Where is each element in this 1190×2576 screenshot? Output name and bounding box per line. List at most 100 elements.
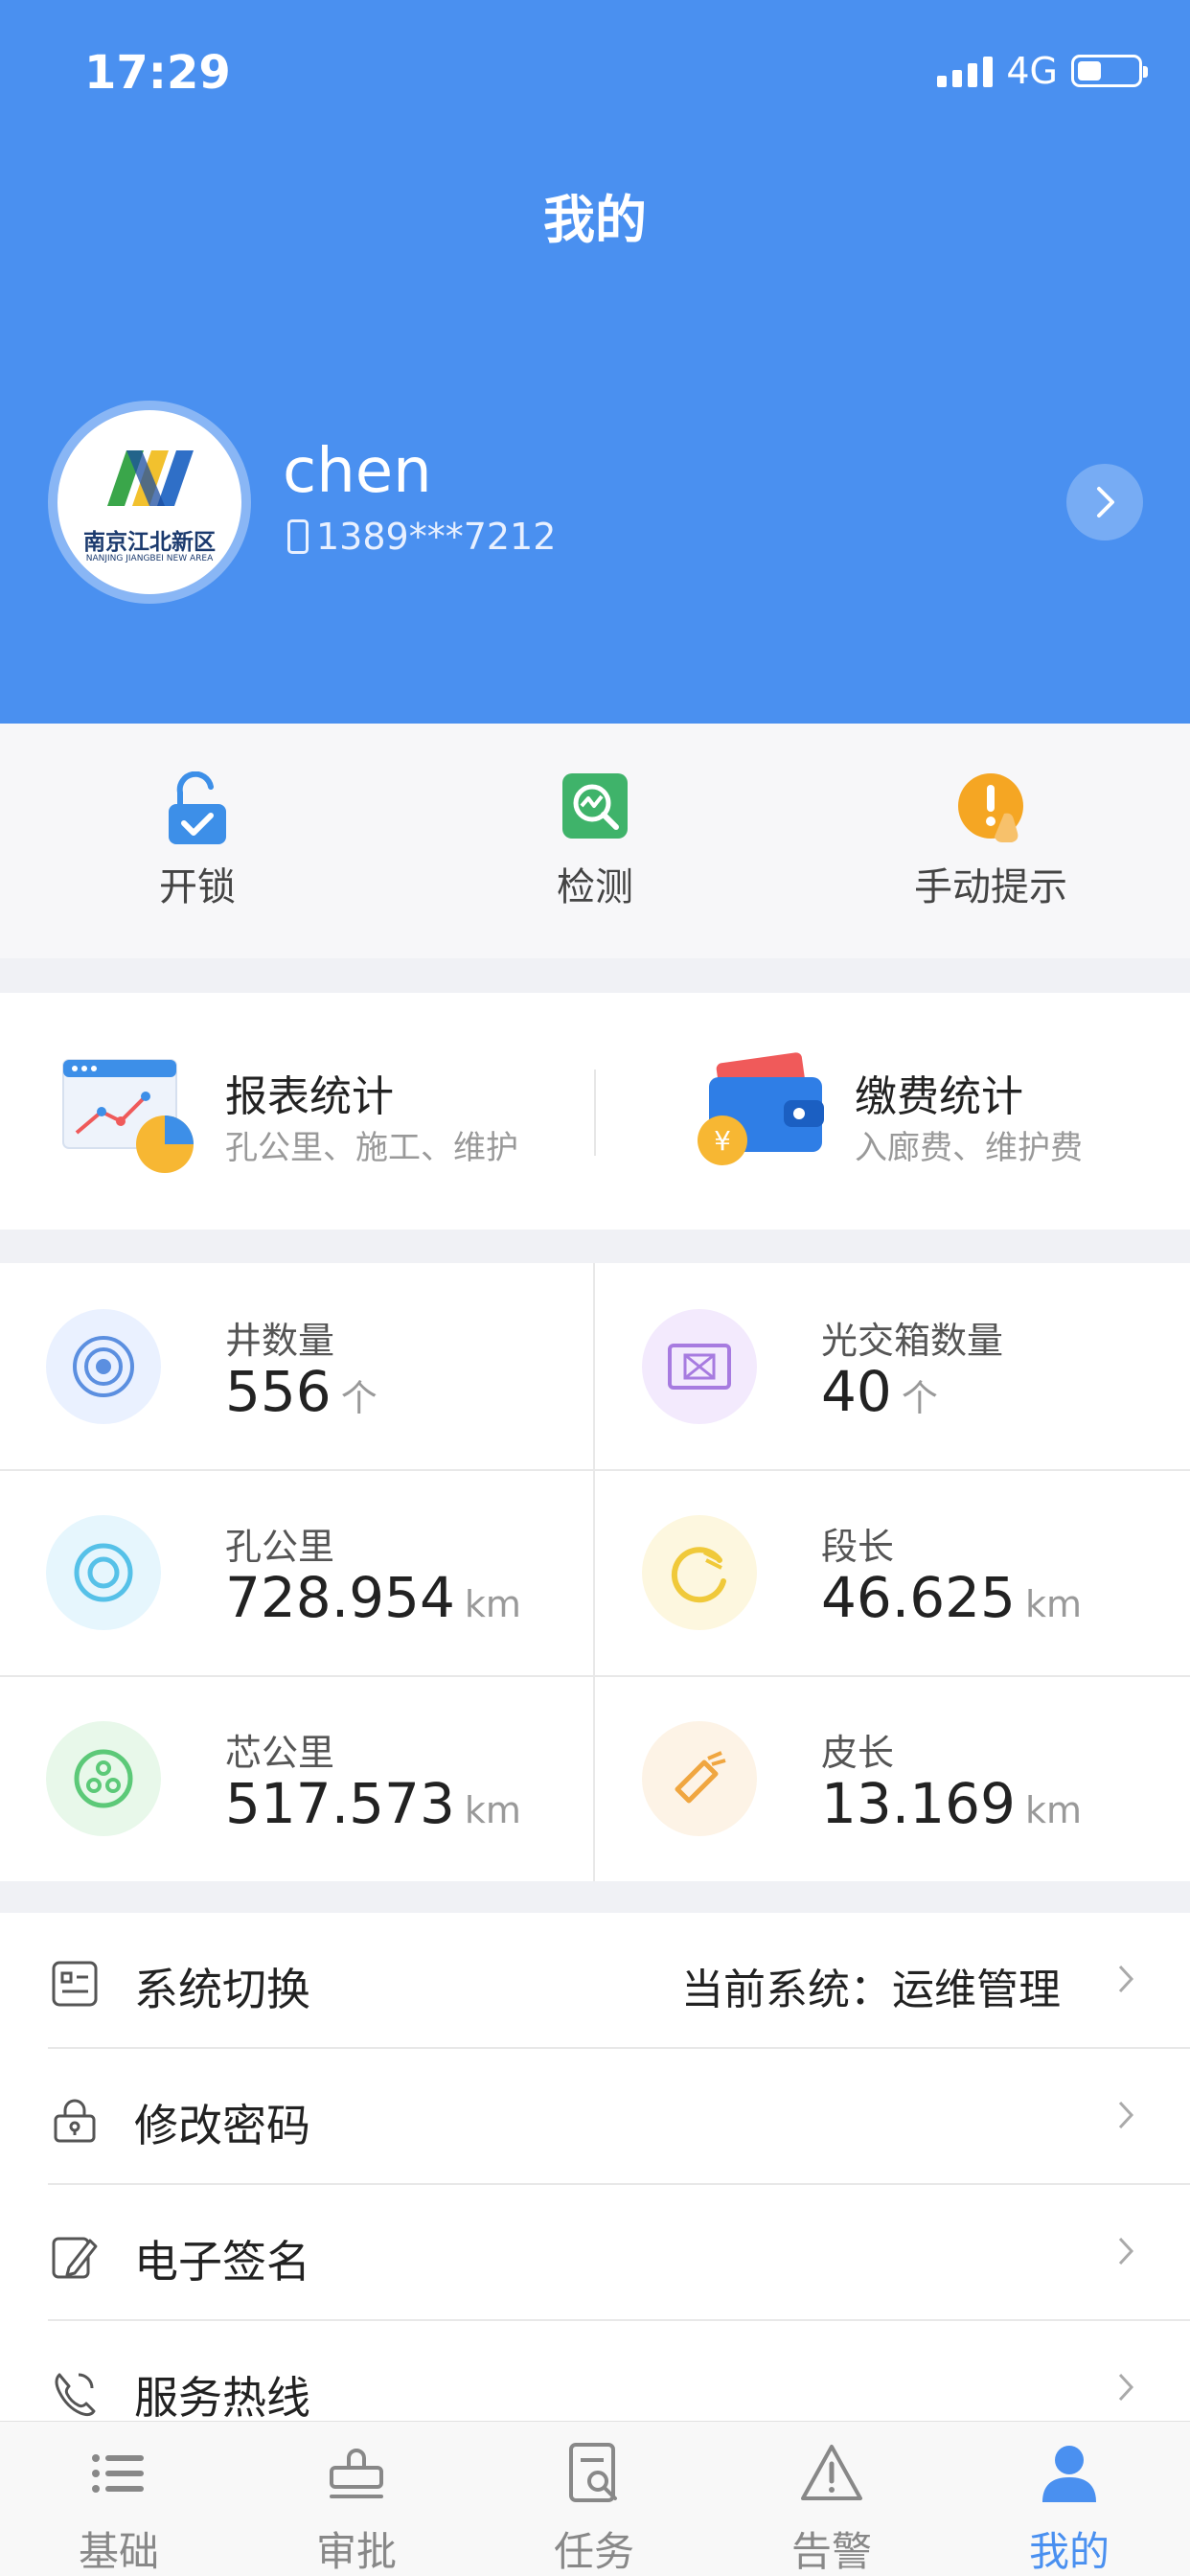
signal-icon: [937, 55, 994, 87]
quick-actions: 开锁 检测 手动提示: [0, 724, 1190, 958]
status-indicators: 4G: [937, 50, 1148, 92]
chevron-right-icon: [1118, 2237, 1134, 2266]
metric-label: 孔公里: [225, 1526, 335, 1568]
tab-alarm[interactable]: 告警: [713, 2439, 950, 2576]
metric-label: 光交箱数量: [821, 1320, 1004, 1362]
metric-value-row: 728.954 km: [225, 1565, 521, 1630]
metric-value: 556: [225, 1359, 332, 1424]
sheath-icon: [675, 1751, 726, 1804]
svg-text:¥: ¥: [714, 1125, 731, 1157]
menu-label: 电子签名: [134, 2236, 310, 2288]
metric-value: 517.573: [225, 1771, 455, 1836]
metric-unit: km: [1024, 1789, 1082, 1831]
metric-value: 46.625: [821, 1565, 1016, 1630]
chevron-right-icon: [1097, 487, 1114, 518]
chevron-right-icon: [1118, 1965, 1134, 1993]
quick-action-manual-alert[interactable]: 手动提示: [847, 771, 1134, 911]
metric-value: 40: [821, 1359, 892, 1424]
tab-label: 我的: [1028, 2528, 1110, 2575]
metric-label: 井数量: [225, 1320, 335, 1362]
list-icon: [92, 2454, 144, 2493]
metrics-grid: 井数量 556 个 光交箱数量 40 个 孔公里 728.954 km 段长 4…: [0, 1263, 1190, 1881]
metric-unit: km: [464, 1789, 521, 1831]
metric-value-row: 40 个: [821, 1359, 938, 1424]
tab-bar: 基础 审批 任务 告警 我的: [0, 2421, 1190, 2576]
tab-label: 基础: [78, 2528, 159, 2575]
unlock-icon: [169, 770, 226, 844]
stamp-icon: [330, 2449, 383, 2498]
report-chart-icon: [62, 1059, 194, 1173]
page-title: 我的: [543, 190, 647, 250]
quick-action-label: 开锁: [159, 865, 236, 909]
stat-cards: 报表统计 孔公里、施工、维护 ¥ 缴费统计 入廊费、维护费: [0, 993, 1190, 1230]
tab-mine[interactable]: 我的: [950, 2439, 1188, 2576]
menu-item-e-signature[interactable]: 电子签名: [0, 2185, 1190, 2321]
metric-label: 段长: [821, 1526, 895, 1568]
current-system-value: 当前系统：运维管理: [681, 1966, 1061, 2014]
metric-fiber-box-count[interactable]: 光交箱数量 40 个: [596, 1263, 1190, 1469]
tab-task[interactable]: 任务: [475, 2439, 713, 2576]
menu-label: 系统切换: [134, 1964, 310, 2015]
battery-icon: [1071, 55, 1148, 87]
tab-label: 告警: [790, 2528, 872, 2575]
hole-km-icon: [74, 1543, 133, 1602]
signature-icon: [52, 2237, 98, 2279]
menu-label: 修改密码: [134, 2100, 310, 2151]
phone-text: 1389***7212: [316, 516, 557, 558]
report-stats-card[interactable]: 报表统计 孔公里、施工、维护: [0, 993, 594, 1230]
menu-label: 服务热线: [134, 2372, 310, 2421]
username: chen: [283, 436, 432, 507]
metric-sheath-length[interactable]: 皮长 13.169 km: [596, 1675, 1190, 1881]
chevron-right-icon: [1118, 2373, 1134, 2402]
metric-value-row: 517.573 km: [225, 1771, 521, 1836]
segment-icon: [671, 1547, 726, 1603]
network-type: 4G: [1006, 50, 1058, 92]
logo-subtext: NANJING JIANGBEI NEW AREA: [85, 554, 214, 564]
card-title: 缴费统计: [855, 1072, 1023, 1121]
metric-segment-length[interactable]: 段长 46.625 km: [596, 1469, 1190, 1675]
detect-icon: [562, 773, 628, 839]
metric-core-km[interactable]: 芯公里 517.573 km: [0, 1675, 594, 1881]
quick-action-unlock[interactable]: 开锁: [54, 770, 341, 911]
tab-approval[interactable]: 审批: [238, 2439, 475, 2576]
phone-icon: [55, 2373, 96, 2417]
metric-value: 728.954: [225, 1565, 455, 1630]
menu-item-system-switch[interactable]: 系统切换 当前系统：运维管理: [0, 1913, 1190, 2049]
metric-unit: km: [1024, 1583, 1082, 1625]
manual-alert-icon: [958, 773, 1023, 842]
card-subtitle: 孔公里、施工、维护: [225, 1129, 518, 1167]
quick-action-label: 检测: [557, 865, 633, 909]
task-icon: [569, 2443, 617, 2502]
metric-value-row: 13.169 km: [821, 1771, 1082, 1836]
quick-action-label: 手动提示: [914, 865, 1067, 909]
payment-stats-card[interactable]: ¥ 缴费统计 入廊费、维护费: [596, 993, 1190, 1230]
metric-well-count[interactable]: 井数量 556 个: [0, 1263, 594, 1469]
metric-label: 皮长: [821, 1732, 895, 1774]
metric-value-row: 556 个: [225, 1359, 378, 1424]
wallet-icon: ¥: [698, 1052, 824, 1165]
avatar[interactable]: 南京江北新区 NANJING JIANGBEI NEW AREA: [48, 401, 251, 604]
mobile-icon: [287, 519, 309, 554]
card-subtitle: 入廊费、维护费: [855, 1129, 1083, 1167]
menu-item-service-hotline[interactable]: 服务热线: [0, 2321, 1190, 2421]
metric-value-row: 46.625 km: [821, 1565, 1082, 1630]
lock-icon: [54, 2099, 96, 2143]
menu-item-change-password[interactable]: 修改密码: [0, 2049, 1190, 2185]
metric-value: 13.169: [821, 1771, 1016, 1836]
user-icon: [1042, 2446, 1096, 2502]
metric-unit: 个: [340, 1377, 378, 1419]
well-icon: [73, 1336, 134, 1397]
logo-text: 南京江北新区: [83, 530, 216, 555]
tab-label: 审批: [315, 2528, 397, 2575]
fiber-box-icon: [668, 1344, 731, 1390]
metric-unit: 个: [901, 1377, 938, 1419]
profile-detail-button[interactable]: [1066, 464, 1143, 540]
card-title: 报表统计: [225, 1072, 394, 1121]
tab-basic[interactable]: 基础: [0, 2439, 238, 2576]
metric-unit: km: [464, 1583, 521, 1625]
metric-hole-km[interactable]: 孔公里 728.954 km: [0, 1469, 594, 1675]
warning-icon: [801, 2445, 862, 2500]
system-switch-icon: [52, 1961, 98, 2007]
quick-action-detect[interactable]: 检测: [451, 771, 739, 911]
chevron-right-icon: [1118, 2101, 1134, 2129]
